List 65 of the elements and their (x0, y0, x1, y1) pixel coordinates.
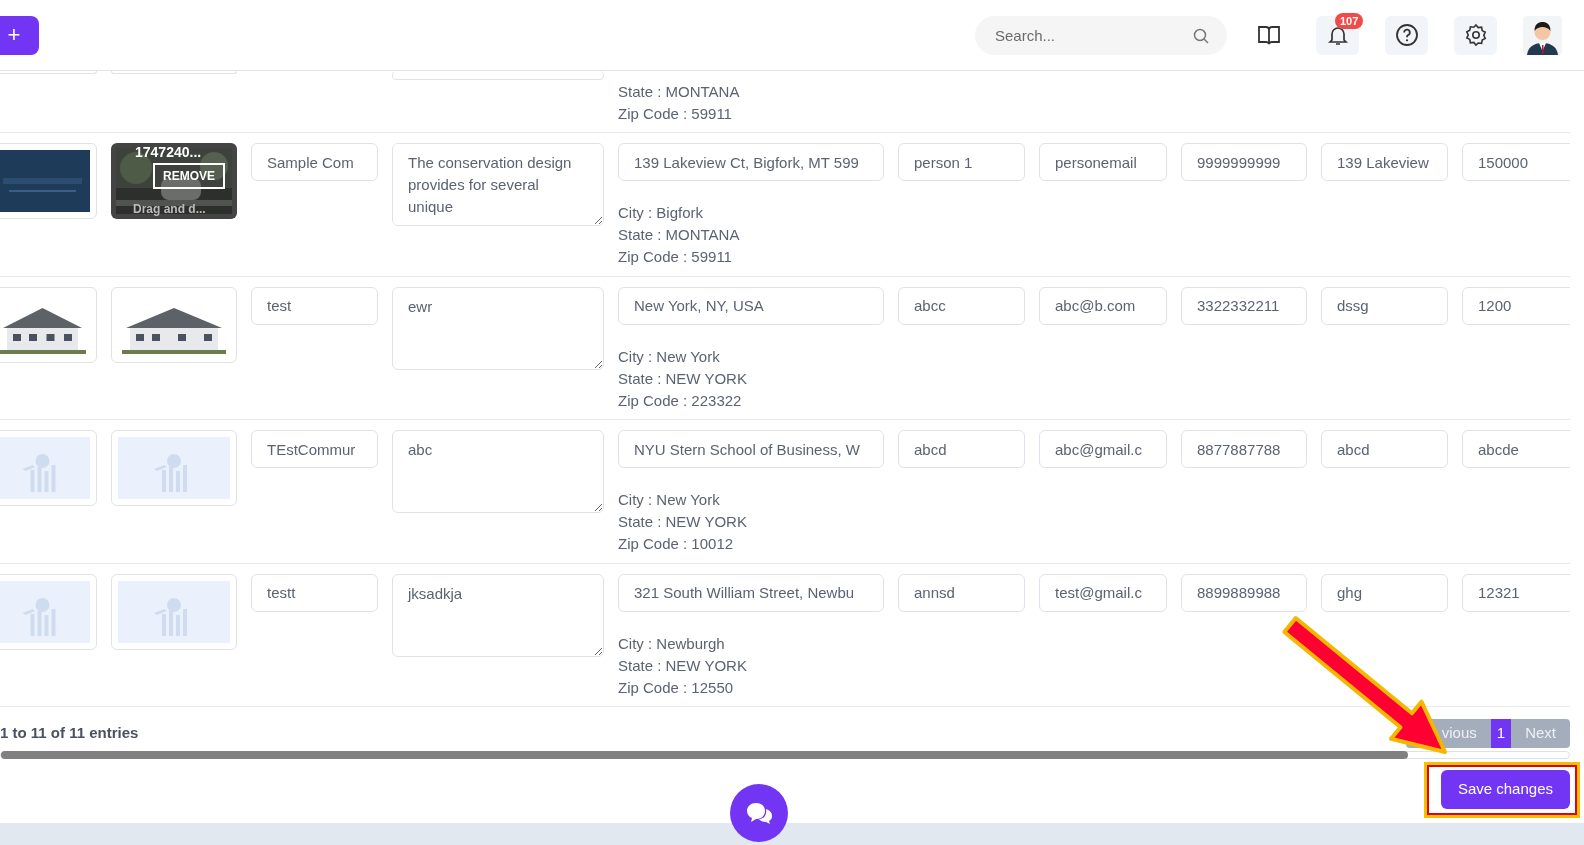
address-detail: City : Newburgh (618, 633, 726, 654)
text-input[interactable]: abcde (1462, 430, 1570, 468)
add-button[interactable]: + (0, 15, 39, 55)
help-button[interactable] (1385, 15, 1428, 55)
help-icon (1394, 23, 1419, 47)
text-input[interactable]: 8899889988 (1181, 573, 1307, 612)
text-input[interactable]: abcd (1321, 430, 1448, 468)
text-input[interactable]: 139 Lakeview (1321, 143, 1448, 181)
avatar[interactable] (1523, 15, 1562, 55)
settings-icon (1463, 23, 1488, 47)
address-detail: Zip Code : 59911 (618, 247, 733, 267)
search-field[interactable]: Search... (975, 15, 1227, 55)
chat-button[interactable] (730, 784, 788, 842)
drop-hint: Drag and d... (133, 201, 206, 218)
remove-button[interactable]: REMOVE (153, 163, 225, 189)
text-input[interactable]: abcc (898, 286, 1025, 325)
address-input[interactable]: 139 Lakeview Ct, Bigfork, MT 599 (618, 143, 884, 181)
address-detail: State : MONTANA (618, 225, 741, 245)
text-area[interactable]: jksadkja (392, 573, 604, 657)
text-input[interactable]: abcd (898, 430, 1025, 468)
text-input[interactable]: testt (251, 573, 378, 612)
text-input[interactable]: 1200 (1462, 286, 1570, 325)
address-detail: City : New York (618, 490, 721, 510)
text-area[interactable]: ewr (392, 286, 604, 370)
save-button[interactable]: Save changes (1440, 770, 1570, 809)
text-input[interactable]: person 1 (898, 143, 1025, 181)
text-input[interactable]: annsd (898, 573, 1025, 612)
text-input[interactable]: dssg (1321, 286, 1448, 325)
address-detail: State : NEW YORK (618, 512, 748, 532)
page-button[interactable]: 1 (1490, 718, 1512, 748)
file-name: 1747240... (135, 144, 202, 161)
text-input[interactable]: test (251, 286, 378, 325)
address-input[interactable]: New York, NY, USA (618, 286, 884, 325)
address-input[interactable]: 321 South William Street, Newbu (618, 573, 884, 612)
chat-icon (745, 801, 773, 825)
text-area[interactable]: The conservation design provides for several unique (392, 143, 604, 226)
text-input[interactable]: Sample Com (251, 143, 378, 181)
address-detail: State : NEW YORK (618, 655, 748, 676)
book-icon (1256, 23, 1281, 47)
text-area[interactable]: abc (392, 430, 604, 513)
text-input[interactable]: 9999999999 (1181, 143, 1307, 181)
text-input[interactable]: TEstCommur (251, 430, 378, 468)
text-input[interactable]: 8877887788 (1181, 430, 1307, 468)
entries-info: 1 to 11 of 11 entries (0, 722, 139, 743)
image-upload[interactable]: 1747240... REMOVE Drag and d... (111, 143, 237, 219)
address-detail: City : New York (618, 346, 721, 367)
address-input[interactable]: NYU Stern School of Business, W (618, 430, 884, 468)
search-icon[interactable] (1193, 27, 1209, 44)
text-input[interactable]: abc@b.com (1039, 286, 1167, 325)
text-input[interactable]: 12321 (1462, 573, 1570, 612)
notification-badge: 107 (1335, 12, 1364, 29)
address-detail: Zip Code : 59911 (618, 104, 733, 124)
text-input[interactable]: test@gmail.c (1039, 573, 1167, 612)
text-input[interactable]: 150000 (1462, 143, 1570, 181)
text-input[interactable]: personemail (1039, 143, 1167, 181)
address-detail: City : Bigfork (618, 203, 705, 223)
text-input[interactable]: ghg (1321, 573, 1448, 612)
address-detail: Zip Code : 10012 (618, 534, 735, 554)
address-detail: Zip Code : 12550 (618, 677, 735, 698)
text-input[interactable]: abc@gmail.c (1039, 430, 1167, 468)
address-detail: State : NEW YORK (618, 368, 748, 389)
address-detail: Zip Code : 223322 (618, 390, 743, 411)
address-detail: State : MONTANA (618, 82, 741, 102)
text-input[interactable]: 3322332211 (1181, 286, 1307, 325)
settings-button[interactable] (1454, 15, 1497, 55)
